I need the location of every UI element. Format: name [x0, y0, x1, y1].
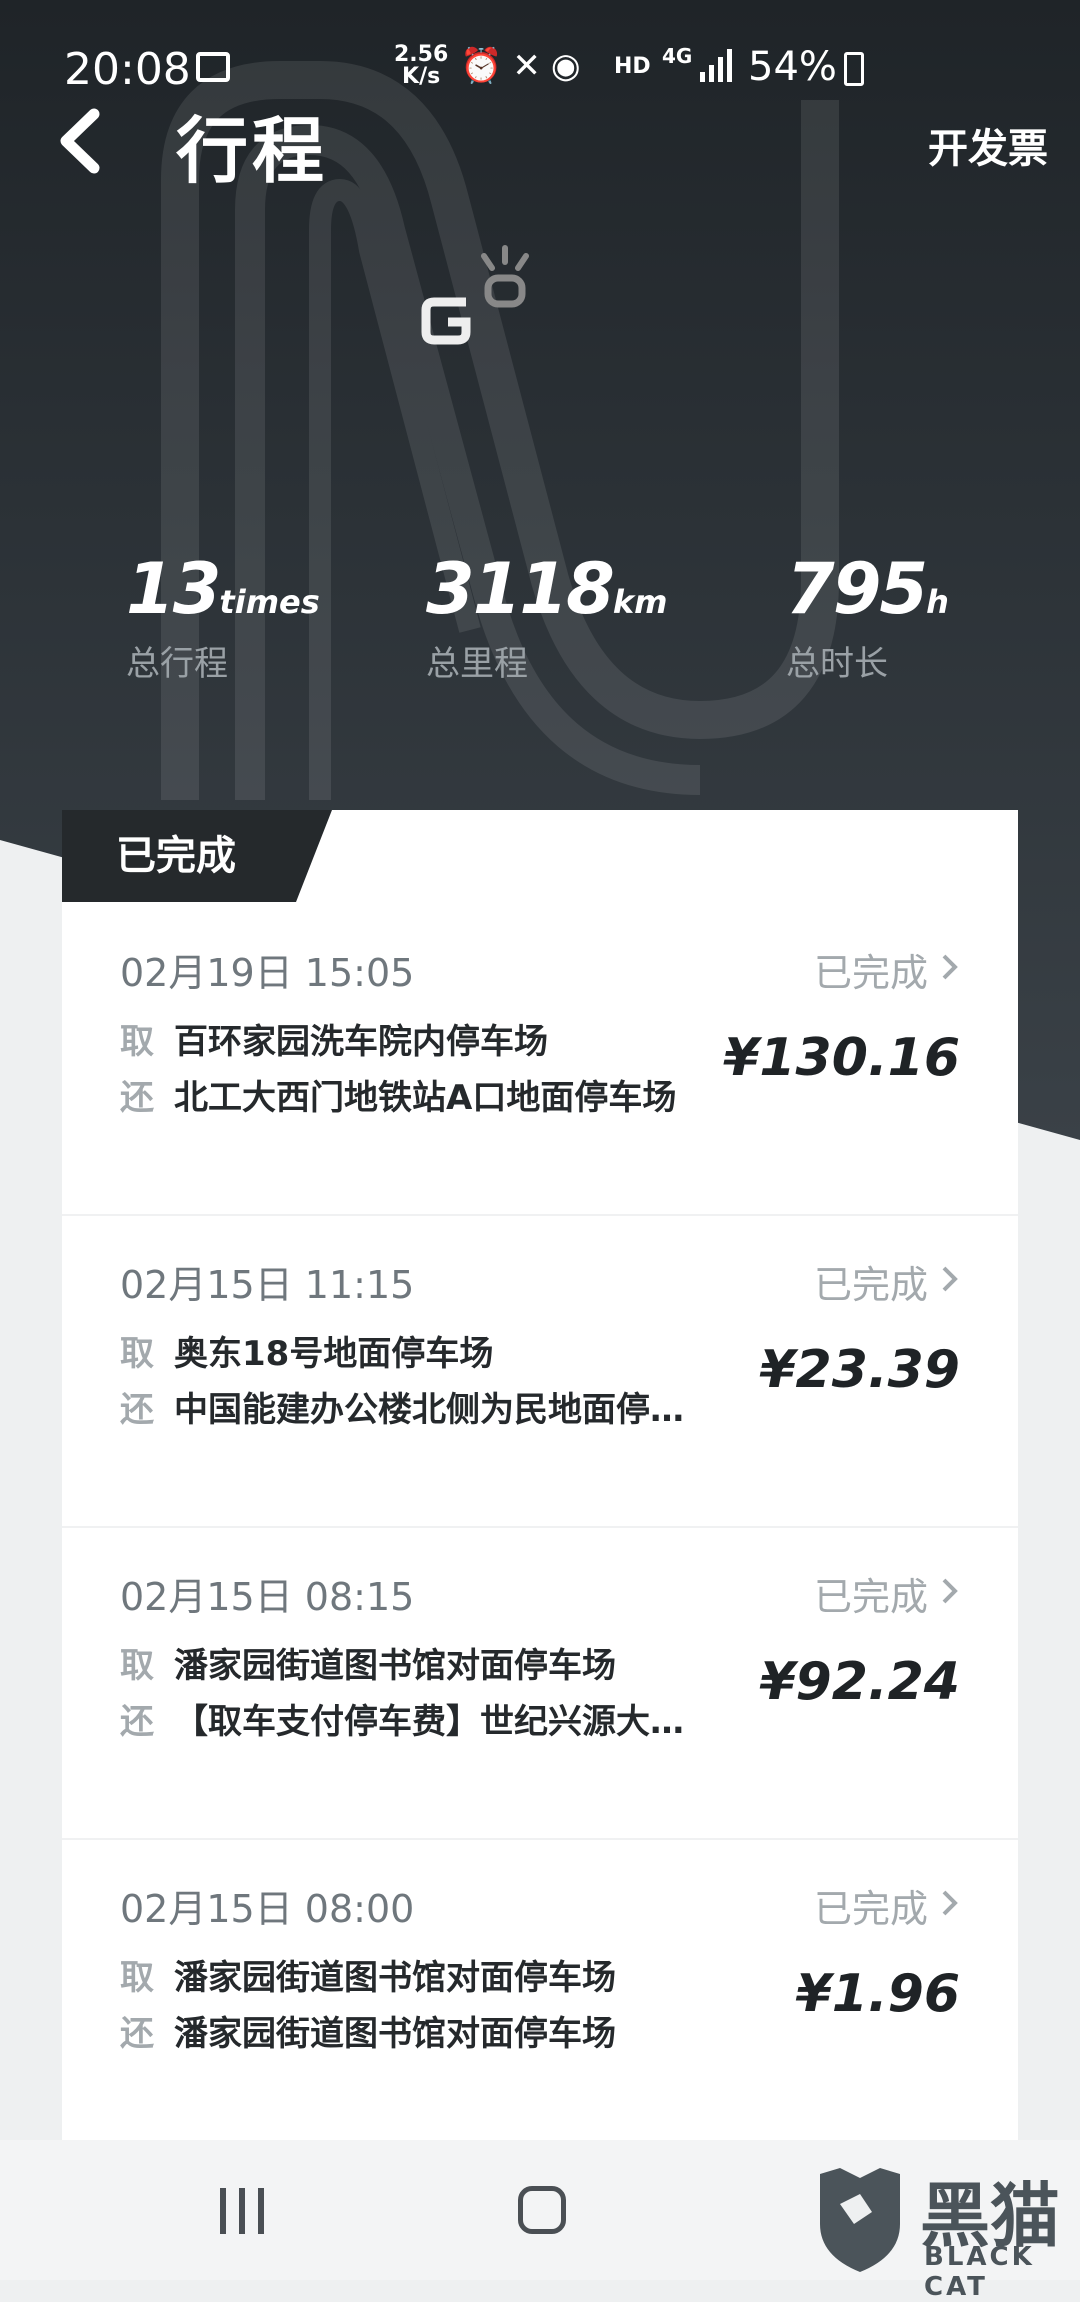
app-header: 行程 开发票	[0, 92, 1080, 193]
page-title: 行程	[176, 109, 329, 193]
trip-item[interactable]: 02月15日 11:15 已完成 取奥东18号地面停车场 还中国能建办公楼北侧为…	[62, 1214, 1018, 1528]
trip-item[interactable]: 02月15日 08:15 已完成 取潘家园街道图书馆对面停车场 还【取车支付停车…	[62, 1526, 1018, 1840]
pickup-row: 取潘家园街道图书馆对面停车场	[120, 1638, 616, 1687]
network-type: 4G	[662, 44, 693, 68]
net-speed: 2.56 K/s	[394, 44, 448, 88]
return-location: 潘家园街道图书馆对面停车场	[174, 2014, 616, 2054]
invoice-button[interactable]: 开发票	[928, 116, 1048, 174]
return-location: 中国能建办公楼北侧为民地面停…	[174, 1390, 684, 1430]
pickup-tag: 取	[120, 1022, 154, 1062]
battery-percent: 54%	[748, 44, 837, 90]
stat-label: 总里程	[426, 644, 528, 684]
watermark-en: BLACK CAT	[924, 2242, 1035, 2302]
trip-list-card: 已完成 02月19日 15:05 已完成 取百环家园洗车院内停车场 还北工大西门…	[62, 810, 1018, 2140]
trip-item[interactable]: 02月19日 15:05 已完成 取百环家园洗车院内停车场 还北工大西门地铁站A…	[62, 902, 1018, 1216]
pickup-row: 取潘家园街道图书馆对面停车场	[120, 1950, 616, 1999]
trip-price: ¥23.39	[759, 1340, 960, 1400]
stat-label: 总时长	[786, 644, 888, 684]
trip-date: 02月19日 15:05	[120, 951, 415, 995]
trip-status: 已完成	[813, 951, 928, 995]
trip-price: ¥1.96	[795, 1964, 960, 2024]
trip-date: 02月15日 08:00	[120, 1887, 415, 1931]
return-tag: 还	[120, 1702, 154, 1742]
trip-price: ¥130.16	[723, 1028, 960, 1088]
recent-apps-icon[interactable]	[218, 2186, 266, 2236]
return-location: 北工大西门地铁站A口地面停车场	[174, 1078, 677, 1118]
return-row: 还潘家园街道图书馆对面停车场	[120, 2006, 616, 2055]
chevron-right-icon	[942, 1578, 958, 1604]
return-row: 还北工大西门地铁站A口地面停车场	[120, 1070, 676, 1119]
status-time: 20:08	[64, 44, 191, 95]
return-tag: 还	[120, 1390, 154, 1430]
trip-status: 已完成	[813, 1575, 928, 1619]
pickup-location: 奥东18号地面停车场	[174, 1334, 494, 1374]
pickup-tag: 取	[120, 1646, 154, 1686]
net-speed-value: 2.56	[394, 42, 449, 67]
stat-value: 3118	[426, 548, 615, 630]
pickup-tag: 取	[120, 1334, 154, 1374]
status-bar: 20:08 2.56 K/s ⏰✕◉ HD 4G 54%	[0, 40, 1080, 100]
trip-status: 已完成	[813, 1263, 928, 1307]
return-tag: 还	[120, 2014, 154, 2054]
stat-label: 总行程	[126, 644, 228, 684]
trip-item[interactable]: 02月15日 08:00 已完成 取潘家园街道图书馆对面停车场 还潘家园街道图书…	[62, 1838, 1018, 2140]
stat-total-trips: 13times 总行程	[126, 548, 320, 685]
pickup-location: 百环家园洗车院内停车场	[174, 1022, 548, 1062]
return-tag: 还	[120, 1078, 154, 1118]
black-cat-watermark: 黑猫 BLACK CAT	[808, 2160, 1080, 2302]
stat-value: 13	[126, 548, 221, 630]
stat-total-duration: 795h 总时长	[786, 548, 949, 685]
pickup-location: 潘家园街道图书馆对面停车场	[174, 1646, 616, 1686]
hd-icon: HD	[614, 54, 651, 79]
stat-total-distance: 3118km 总里程	[426, 548, 667, 685]
black-cat-shield-icon	[820, 2168, 900, 2272]
chevron-right-icon	[942, 1266, 958, 1292]
pickup-row: 取奥东18号地面停车场	[120, 1326, 493, 1375]
stat-unit: h	[926, 583, 949, 621]
back-arrow-icon[interactable]	[50, 106, 120, 176]
trip-status: 已完成	[813, 1887, 928, 1931]
trip-date: 02月15日 08:15	[120, 1575, 415, 1619]
return-row: 还中国能建办公楼北侧为民地面停…	[120, 1382, 684, 1431]
trip-price: ¥92.24	[759, 1652, 960, 1712]
pickup-row: 取百环家园洗车院内停车场	[120, 1014, 548, 1063]
return-row: 还【取车支付停车费】世纪兴源大…	[120, 1694, 684, 1743]
return-location: 【取车支付停车费】世纪兴源大…	[174, 1702, 684, 1742]
pickup-tag: 取	[120, 1958, 154, 1998]
home-button[interactable]	[518, 2186, 566, 2234]
trip-stats: 13times 总行程 3118km 总里程 795h 总时长	[0, 548, 1080, 698]
image-icon	[196, 52, 230, 82]
net-speed-unit: K/s	[402, 64, 441, 89]
tab-completed[interactable]: 已完成	[62, 810, 332, 902]
pickup-location: 潘家园街道图书馆对面停车场	[174, 1958, 616, 1998]
alarm-mute-location-icons: ⏰✕◉	[460, 46, 591, 86]
battery-icon	[844, 52, 864, 86]
gofun-logo-icon	[421, 245, 529, 345]
stat-value: 795	[786, 548, 928, 630]
signal-icon	[700, 49, 732, 82]
chevron-right-icon	[942, 1890, 958, 1916]
trip-date: 02月15日 11:15	[120, 1263, 415, 1307]
stat-unit: times	[219, 583, 320, 621]
chevron-right-icon	[942, 954, 958, 980]
stat-unit: km	[612, 583, 668, 621]
